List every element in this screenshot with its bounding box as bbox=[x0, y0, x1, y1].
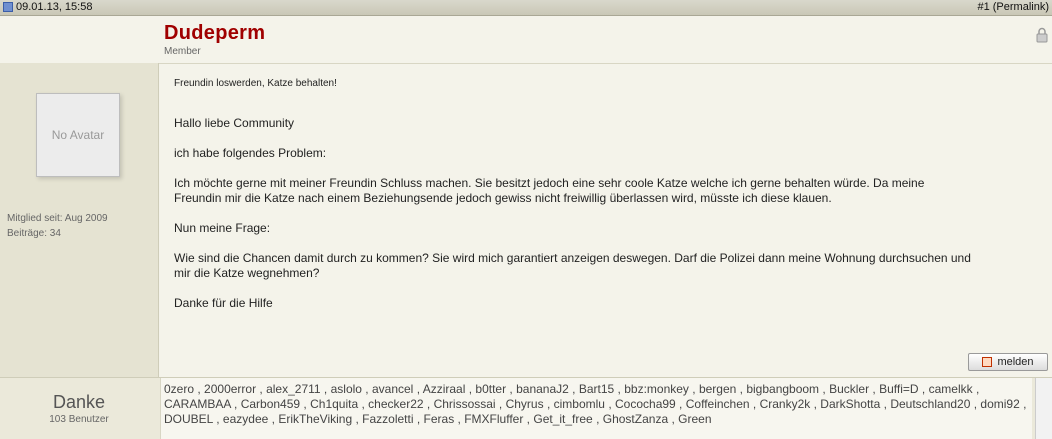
avatar-placeholder-text: No Avatar bbox=[51, 128, 105, 142]
thanks-user-link[interactable]: eazydee bbox=[223, 412, 268, 426]
thanks-user-link[interactable]: Azziraal bbox=[423, 382, 466, 396]
post-content: Freundin loswerden, Katze behalten! Hall… bbox=[159, 63, 1052, 378]
thanks-user-link[interactable]: Deutschland20 bbox=[890, 397, 970, 411]
thanks-title: Danke bbox=[52, 392, 106, 412]
thanks-user-link[interactable]: cimbomlu bbox=[554, 397, 605, 411]
author-joined: Mitglied seit: Aug 2009 bbox=[7, 213, 108, 224]
post-paragraph: Nun meine Frage: bbox=[174, 221, 271, 235]
post-paragraph: Wie sind die Chancen damit durch zu komm… bbox=[174, 251, 971, 280]
post-icon bbox=[3, 2, 13, 12]
report-button[interactable]: melden bbox=[968, 353, 1048, 371]
thanks-user-link[interactable]: Cococha99 bbox=[615, 397, 676, 411]
thanks-user-link[interactable]: 0zero bbox=[164, 382, 194, 396]
thanks-user-link[interactable]: avancel bbox=[372, 382, 413, 396]
thanks-user-link[interactable]: alex_2711 bbox=[266, 382, 321, 396]
thanks-user-link[interactable]: Chyrus bbox=[506, 397, 544, 411]
thanks-user-link[interactable]: Feras bbox=[424, 412, 455, 426]
thanks-user-link[interactable]: domi92 bbox=[980, 397, 1019, 411]
post-date: 09.01.13, 15:58 bbox=[16, 1, 93, 13]
thanks-user-link[interactable]: CARAMBAA bbox=[164, 397, 231, 411]
thanks-user-link[interactable]: Green bbox=[678, 412, 711, 426]
author-sidebar: No Avatar Mitglied seit: Aug 2009 Beiträ… bbox=[0, 63, 159, 377]
thanks-user-link[interactable]: 2000error bbox=[204, 382, 256, 396]
thanks-user-link[interactable]: b0tter bbox=[475, 382, 506, 396]
thanks-user-link[interactable]: FMXFluffer bbox=[464, 412, 523, 426]
thanks-user-link[interactable]: Bart15 bbox=[579, 382, 614, 396]
author-posts: Beiträge: 34 bbox=[7, 228, 61, 239]
thanks-user-link[interactable]: Carbon459 bbox=[241, 397, 300, 411]
thanks-count: 103 Benutzer bbox=[49, 414, 109, 425]
post-title: Freundin loswerden, Katze behalten! bbox=[174, 78, 337, 89]
author-username[interactable]: Dudeperm bbox=[164, 22, 265, 45]
thanks-user-link[interactable]: bigbangboom bbox=[746, 382, 819, 396]
post-meta-bar: 09.01.13, 15:58 #1 (Permalink) bbox=[0, 0, 1052, 16]
post-paragraph: ich habe folgendes Problem: bbox=[174, 146, 327, 160]
thanks-user-link[interactable]: bergen bbox=[699, 382, 736, 396]
post-body: Hallo liebe Community ich habe folgendes… bbox=[174, 116, 974, 326]
thanks-user-link[interactable]: DOUBEL bbox=[164, 412, 213, 426]
post-paragraph: Hallo liebe Community bbox=[174, 116, 295, 130]
thanks-user-link[interactable]: bbz:monkey bbox=[624, 382, 689, 396]
thanks-user-link[interactable]: aslolo bbox=[331, 382, 362, 396]
post-header bbox=[0, 16, 1052, 63]
report-button-label: melden bbox=[997, 356, 1034, 368]
thanks-user-link[interactable]: bananaJ2 bbox=[516, 382, 569, 396]
thanks-user-link[interactable]: Cranky2k bbox=[760, 397, 811, 411]
thanks-user-list[interactable]: 0zero , 2000error , alex_2711 , aslolo ,… bbox=[160, 378, 1032, 439]
thanks-user-link[interactable]: camelkk bbox=[929, 382, 973, 396]
report-icon bbox=[982, 357, 993, 367]
author-meta: Mitglied seit: Aug 2009 Beiträge: 34 bbox=[7, 211, 108, 241]
thanks-section: Danke 103 Benutzer 0zero , 2000error , a… bbox=[0, 377, 1052, 439]
thanks-user-link[interactable]: Ch1quita bbox=[310, 397, 358, 411]
thanks-user-link[interactable]: GhostZanza bbox=[603, 412, 668, 426]
permalink-link[interactable]: #1 (Permalink) bbox=[977, 0, 1049, 15]
avatar[interactable]: No Avatar bbox=[36, 93, 120, 177]
thanks-user-link[interactable]: checker22 bbox=[368, 397, 423, 411]
thanks-user-link[interactable]: ErikTheViking bbox=[278, 412, 352, 426]
thanks-user-link[interactable]: Buffi=D bbox=[879, 382, 918, 396]
thanks-summary: Danke 103 Benutzer bbox=[0, 378, 158, 439]
thanks-user-link[interactable]: Coffeinchen bbox=[686, 397, 750, 411]
thanks-user-link[interactable]: DarkShotta bbox=[820, 397, 880, 411]
thanks-user-link[interactable]: Buckler bbox=[829, 382, 869, 396]
lock-icon bbox=[1036, 27, 1048, 43]
post-paragraph: Ich möchte gerne mit meiner Freundin Sch… bbox=[174, 176, 925, 205]
author-title: Member bbox=[164, 46, 201, 57]
thanks-user-link[interactable]: Chrissossai bbox=[434, 397, 496, 411]
post-paragraph: Danke für die Hilfe bbox=[174, 296, 273, 310]
thanks-user-link[interactable]: Get_it_free bbox=[533, 412, 592, 426]
thanks-scrollbar[interactable] bbox=[1035, 378, 1052, 439]
thanks-user-link[interactable]: Fazzoletti bbox=[362, 412, 413, 426]
